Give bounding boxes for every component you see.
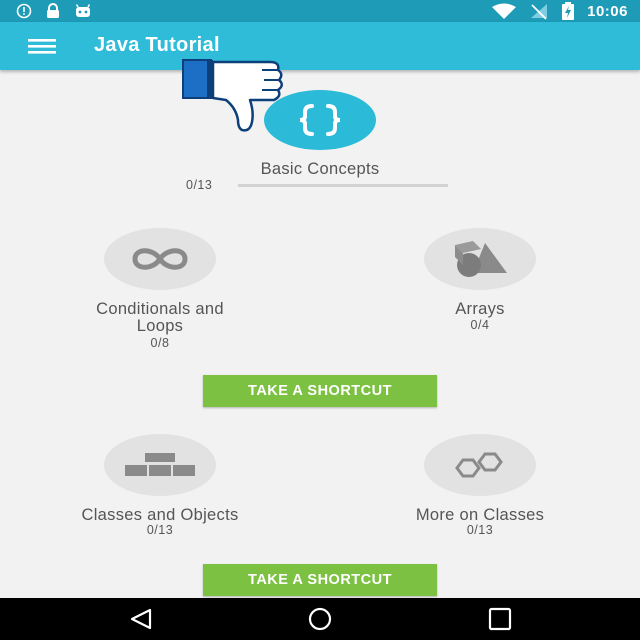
battery-charging-icon [562, 2, 575, 20]
lesson-more-classes-count: 0/13 [466, 523, 494, 537]
lock-icon [47, 3, 59, 18]
home-circle-icon[interactable] [307, 607, 333, 631]
lesson-arrays-title: Arrays [455, 300, 505, 318]
no-signal-icon [531, 4, 548, 20]
take-shortcut-button-2[interactable]: TAKE A SHORTCUT [203, 564, 437, 596]
app-bar: Java Tutorial [0, 22, 640, 70]
back-triangle-icon[interactable] [128, 607, 154, 631]
lesson-more-classes-title: More on Classes [415, 506, 545, 524]
hexagons-icon [455, 452, 503, 478]
lesson-conditionals-button[interactable] [104, 228, 216, 290]
hierarchy-icon [125, 453, 195, 476]
lesson-arrays-button[interactable] [424, 228, 536, 290]
lesson-classes-objects-count: 0/13 [146, 523, 174, 537]
lesson-basic-concepts-title: Basic Concepts [260, 160, 380, 178]
lesson-conditionals-count: 0/8 [150, 336, 170, 350]
curly-braces-icon [299, 104, 341, 136]
infinity-icon [132, 248, 188, 270]
lesson-basic-concepts-count: 0/13 [186, 178, 213, 192]
shapes-icon [455, 241, 507, 277]
hamburger-menu-icon[interactable] [24, 34, 64, 58]
status-time: 10:06 [587, 2, 628, 20]
lesson-conditionals-title-line2: Loops [136, 317, 184, 335]
take-shortcut-button-1[interactable]: TAKE A SHORTCUT [203, 375, 437, 407]
lesson-classes-objects-title: Classes and Objects [81, 506, 239, 524]
recents-square-icon[interactable] [487, 607, 513, 631]
status-bar-left-icons [16, 3, 92, 19]
android-icon [75, 4, 91, 17]
wifi-icon [492, 3, 517, 19]
lesson-conditionals-title-line1: Conditionals and [96, 300, 224, 318]
status-bar: 10:06 [0, 0, 640, 22]
thumbs-down-icon [182, 59, 283, 132]
status-bar-right: 10:06 [491, 2, 628, 20]
navigation-bar [0, 598, 640, 640]
lesson-classes-objects-button[interactable] [104, 434, 216, 496]
lesson-more-classes-button[interactable] [424, 434, 536, 496]
app-title: Java Tutorial [94, 34, 220, 56]
lesson-arrays-count: 0/4 [470, 318, 490, 332]
lesson-conditionals-title: Conditionals and Loops [40, 301, 280, 335]
lesson-basic-concepts-progress [238, 184, 448, 187]
info-icon [16, 3, 32, 19]
